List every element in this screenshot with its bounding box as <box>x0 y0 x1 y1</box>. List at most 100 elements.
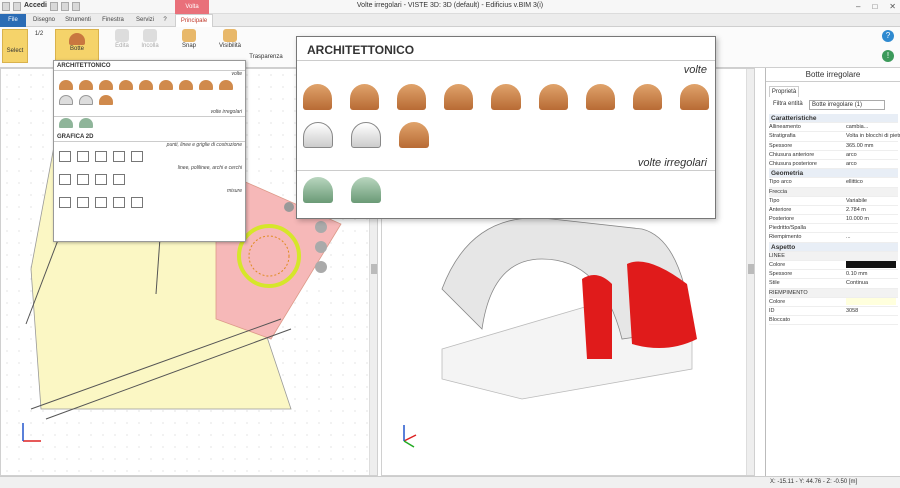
3d-scrollbar[interactable] <box>746 69 754 475</box>
property-row[interactable]: Chiusura anteriore arco <box>769 151 898 160</box>
property-value[interactable]: 10.000 m <box>846 215 869 224</box>
gizmo-icon[interactable] <box>315 241 327 253</box>
cross-vault-icon[interactable] <box>585 84 615 110</box>
maximize-icon[interactable]: □ <box>872 2 877 11</box>
close-icon[interactable]: ✕ <box>889 2 896 11</box>
irregular-cross-icon[interactable] <box>79 118 93 128</box>
arc-dimension-icon[interactable] <box>113 197 125 208</box>
property-value[interactable]: 0.10 mm <box>846 270 867 279</box>
dome-icon[interactable] <box>632 84 662 110</box>
property-value[interactable]: arco <box>846 160 857 169</box>
help-icon[interactable]: ? <box>882 30 894 42</box>
property-row[interactable]: Riempimento... <box>769 233 898 243</box>
perpendicular-icon[interactable] <box>95 151 107 162</box>
property-row[interactable]: LINEE <box>769 251 898 261</box>
circle-icon[interactable] <box>113 174 125 185</box>
property-value[interactable]: arco <box>846 151 857 160</box>
pavilion-vault-icon[interactable] <box>351 122 381 148</box>
transparency-label[interactable]: Trasparenza <box>246 54 286 60</box>
pavilion-vault-icon[interactable] <box>79 95 93 105</box>
property-row[interactable]: Tipo Variabile <box>769 197 898 206</box>
arc-icon[interactable] <box>95 174 107 185</box>
dome-icon[interactable] <box>199 80 213 90</box>
botte-button[interactable]: Botte <box>55 29 99 63</box>
snap-button[interactable]: Snap <box>178 29 200 49</box>
plan-scroll-thumb[interactable] <box>371 264 377 274</box>
visibility-button[interactable]: Visibilità <box>215 29 245 49</box>
property-row[interactable]: RIEMPIMENTO <box>769 288 898 298</box>
label-icon[interactable] <box>131 197 143 208</box>
select-button[interactable]: Select <box>2 29 28 63</box>
minimize-icon[interactable]: – <box>856 2 860 11</box>
property-row[interactable]: Freccia <box>769 187 898 197</box>
sail-vault-icon[interactable] <box>219 80 233 90</box>
arch-vault-icon[interactable] <box>59 95 73 105</box>
property-value[interactable]: ellittico <box>846 178 863 187</box>
property-row[interactable]: Posteriore 10.000 m <box>769 215 898 225</box>
tab-file[interactable]: File <box>0 14 26 27</box>
barrel-vault-icon[interactable] <box>397 84 427 110</box>
property-value[interactable] <box>846 297 896 307</box>
3d-scroll-thumb[interactable] <box>748 264 754 274</box>
barrel-vault-icon[interactable] <box>79 80 93 90</box>
pavilion-vault-icon[interactable] <box>119 80 133 90</box>
barrel-vault-icon[interactable] <box>99 80 113 90</box>
property-value[interactable]: Volta in blocchi di pietr <box>846 132 900 141</box>
property-row[interactable]: Spessore 365.00 mm <box>769 142 898 151</box>
property-row[interactable]: Chiusura posteriore arco <box>769 160 898 170</box>
polar-grid-icon[interactable] <box>131 151 143 162</box>
property-row[interactable]: ID 3058 <box>769 307 898 317</box>
line-icon[interactable] <box>77 151 89 162</box>
irregular-barrel-icon[interactable] <box>303 177 333 203</box>
polyline-icon[interactable] <box>59 174 71 185</box>
property-section[interactable]: Caratteristiche <box>769 114 898 124</box>
barrel-vault-icon[interactable] <box>59 80 73 90</box>
lock-icon[interactable] <box>284 202 294 212</box>
color-swatch[interactable] <box>846 261 896 269</box>
barrel-vault-icon[interactable] <box>303 84 333 110</box>
property-row[interactable]: Piedritto/Spalla <box>769 224 898 234</box>
tab-disegno[interactable]: Disegno <box>30 14 58 27</box>
property-row[interactable]: Stile Continua <box>769 279 898 289</box>
property-row[interactable]: Spessore 0.10 mm <box>769 270 898 280</box>
cross-vault-icon[interactable] <box>179 80 193 90</box>
property-row[interactable]: Bloccato <box>769 316 898 326</box>
color-swatch[interactable] <box>846 297 896 305</box>
property-section[interactable]: Geometria <box>769 169 898 179</box>
property-row[interactable]: Colore <box>769 297 898 307</box>
property-value[interactable]: Variabile <box>846 197 867 206</box>
property-row[interactable]: Allineamento cambia... <box>769 123 898 133</box>
cross-vault-icon[interactable] <box>159 80 173 90</box>
tab-help[interactable]: ? <box>160 14 170 27</box>
cloister-vault-icon[interactable] <box>491 84 521 110</box>
tab-finestra[interactable]: Finestra <box>98 14 128 27</box>
chain-dimension-icon[interactable] <box>77 197 89 208</box>
edit-button[interactable]: Edita <box>110 29 134 49</box>
paste-button[interactable]: Incolla <box>138 29 162 49</box>
tab-strumenti[interactable]: Strumenti <box>62 14 94 27</box>
point-icon[interactable] <box>59 151 71 162</box>
tab-proprieta[interactable]: Proprietà <box>769 86 799 97</box>
dimension-icon[interactable] <box>59 197 71 208</box>
property-row[interactable]: Stratigrafia Volta in blocchi di pietr <box>769 132 900 142</box>
pavilion-vault-icon[interactable] <box>444 84 474 110</box>
info-icon[interactable]: ! <box>882 50 894 62</box>
grid-icon[interactable] <box>113 151 125 162</box>
barrel-vault-icon[interactable] <box>350 84 380 110</box>
fraction-label[interactable]: 1/2 <box>33 31 45 37</box>
barrel-vault-icon[interactable] <box>399 122 429 148</box>
property-value[interactable] <box>846 261 896 270</box>
filter-select[interactable]: Botte irregolare (1) <box>809 100 885 110</box>
property-value[interactable]: 365.00 mm <box>846 142 874 151</box>
property-value[interactable]: ... <box>846 233 851 242</box>
angle-icon[interactable] <box>95 197 107 208</box>
property-row[interactable]: Anteriore 2.784 m <box>769 206 898 216</box>
gizmo-icon[interactable] <box>315 221 327 233</box>
barrel-vault-icon[interactable] <box>99 95 113 105</box>
gizmo-icon[interactable] <box>315 261 327 273</box>
irregular-cross-icon[interactable] <box>351 177 381 203</box>
cloister-vault-icon[interactable] <box>139 80 153 90</box>
irregular-barrel-icon[interactable] <box>59 118 73 128</box>
property-row[interactable]: Tipo arco ellittico <box>769 178 898 188</box>
property-section[interactable]: Aspetto <box>769 242 898 252</box>
